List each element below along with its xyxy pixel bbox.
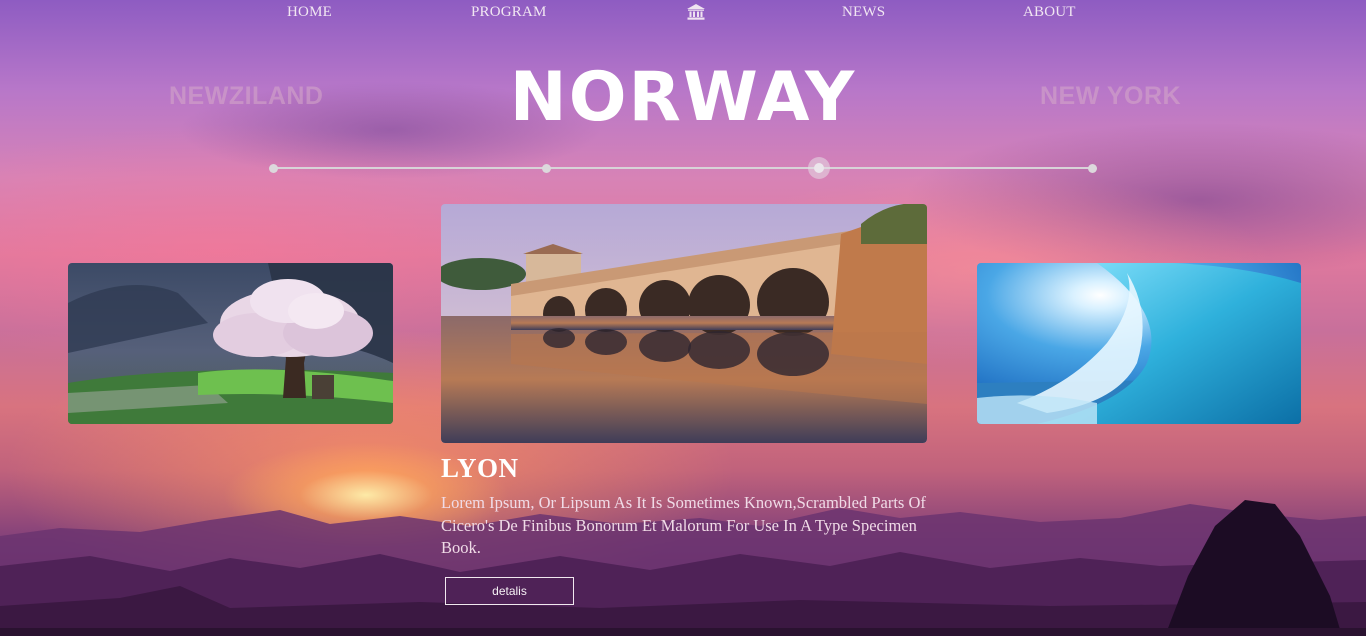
nav-news-link[interactable]: NEWS (842, 4, 885, 21)
details-button[interactable]: detalis (445, 577, 574, 605)
ocean-wave-image (977, 263, 1301, 424)
carousel-track (273, 167, 1093, 169)
cherry-blossom-image (68, 263, 393, 424)
bridge-image (441, 204, 927, 443)
featured-destination-card[interactable] (441, 204, 927, 443)
carousel-dot-2[interactable] (542, 164, 551, 173)
featured-place-description: Lorem Ipsum, Or Lipsum As It Is Sometime… (441, 493, 926, 557)
right-destination-card[interactable] (977, 263, 1301, 424)
nav-program-link[interactable]: PROGRAM (471, 4, 547, 21)
next-city-label[interactable]: NEW YORK (1040, 82, 1181, 111)
left-destination-card[interactable] (68, 263, 393, 424)
carousel-dot-4[interactable] (1088, 164, 1097, 173)
carousel-dot-active[interactable] (808, 157, 830, 179)
bank-building-icon[interactable] (687, 4, 705, 20)
top-navigation: HOME PROGRAM NEWS ABOUT (0, 0, 1366, 26)
featured-place-title: LYON (441, 453, 519, 483)
nav-home-link[interactable]: HOME (287, 4, 332, 21)
nav-about-link[interactable]: ABOUT (1023, 4, 1076, 21)
carousel-dot-1[interactable] (269, 164, 278, 173)
